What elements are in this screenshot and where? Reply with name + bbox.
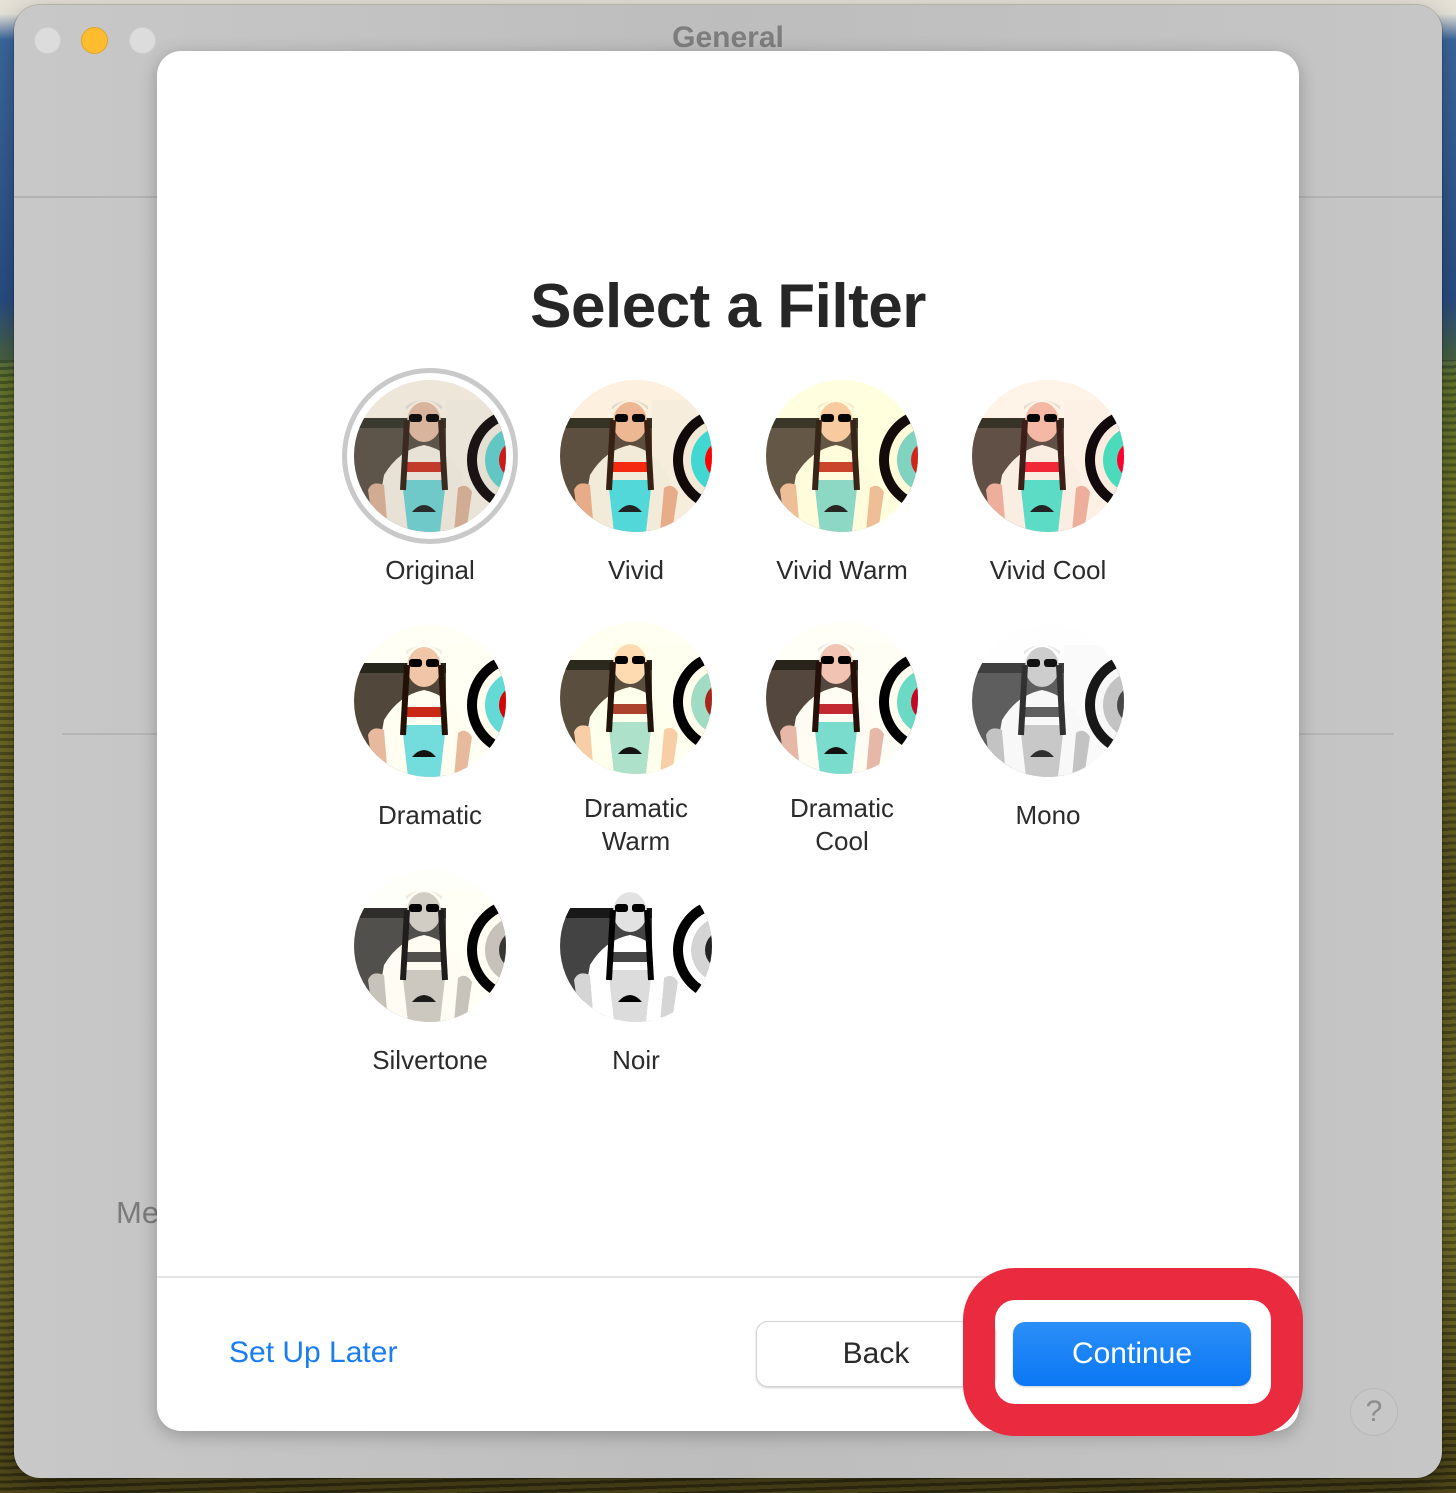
- filter-label: Vivid: [608, 555, 664, 585]
- filter-preview-image: [766, 621, 918, 774]
- filter-preview-image: [560, 380, 712, 532]
- filter-option-vivid-cool[interactable]: Vivid Cool: [945, 368, 1151, 613]
- filter-preview-image: [560, 621, 712, 774]
- continue-button[interactable]: Continue: [1013, 1322, 1251, 1386]
- filter-option-vivid-warm[interactable]: Vivid Warm: [739, 368, 945, 613]
- filter-thumbnail-ring: [754, 368, 930, 544]
- filter-option-vivid[interactable]: Vivid: [533, 368, 739, 613]
- filter-label: Vivid Cool: [989, 555, 1107, 585]
- background-label: Me: [116, 1195, 160, 1230]
- filter-preview-image: [354, 870, 506, 1022]
- set-up-later-link[interactable]: Set Up Later: [229, 1336, 397, 1370]
- window-title: General: [672, 21, 784, 54]
- filter-option-original[interactable]: Original: [327, 368, 533, 613]
- filter-label: Dramatic Warm: [583, 793, 688, 856]
- filter-preview-image: [766, 380, 918, 532]
- filter-thumbnail-ring: [548, 368, 724, 544]
- filter-label: Vivid Warm: [776, 555, 908, 585]
- filter-thumbnail-ring: [960, 613, 1136, 789]
- filter-label: Original: [385, 555, 475, 585]
- filter-thumbnail-ring: [754, 613, 930, 782]
- filter-preview-image: [560, 870, 712, 1022]
- filter-option-dramatic-cool[interactable]: Dramatic Cool: [739, 613, 945, 858]
- filter-preview-image: [354, 625, 506, 777]
- filter-option-noir[interactable]: Noir: [533, 858, 739, 1103]
- filter-preview-image: [972, 625, 1124, 777]
- filter-thumbnail-ring: [342, 368, 518, 544]
- filter-grid: Original Vivid Vivid Warm Vivid Cool Dra…: [327, 368, 1167, 1103]
- filter-label: Mono: [1015, 800, 1081, 830]
- filter-preview-image: [972, 380, 1124, 532]
- filter-label: Dramatic Cool: [789, 793, 894, 856]
- filter-option-dramatic[interactable]: Dramatic: [327, 613, 533, 858]
- filter-option-mono[interactable]: Mono: [945, 613, 1151, 858]
- filter-label: Dramatic: [377, 800, 482, 830]
- help-button[interactable]: ?: [1350, 1388, 1398, 1436]
- footer-divider: [157, 1276, 1299, 1278]
- filter-label: Silvertone: [372, 1045, 488, 1075]
- filter-thumbnail-ring: [960, 368, 1136, 544]
- filter-preview-image: [354, 380, 506, 532]
- filter-option-dramatic-warm[interactable]: Dramatic Warm: [533, 613, 739, 858]
- sheet-title: Select a Filter: [530, 272, 926, 341]
- filter-thumbnail-ring: [342, 613, 518, 789]
- back-button[interactable]: Back: [756, 1321, 996, 1387]
- filter-thumbnail-ring: [548, 858, 724, 1034]
- filter-thumbnail-ring: [342, 858, 518, 1034]
- filter-option-silvertone[interactable]: Silvertone: [327, 858, 533, 1103]
- filter-thumbnail-ring: [548, 613, 724, 782]
- filter-label: Noir: [612, 1045, 660, 1075]
- filter-sheet: Select a Filter Original Vivid Vivid War…: [157, 51, 1299, 1431]
